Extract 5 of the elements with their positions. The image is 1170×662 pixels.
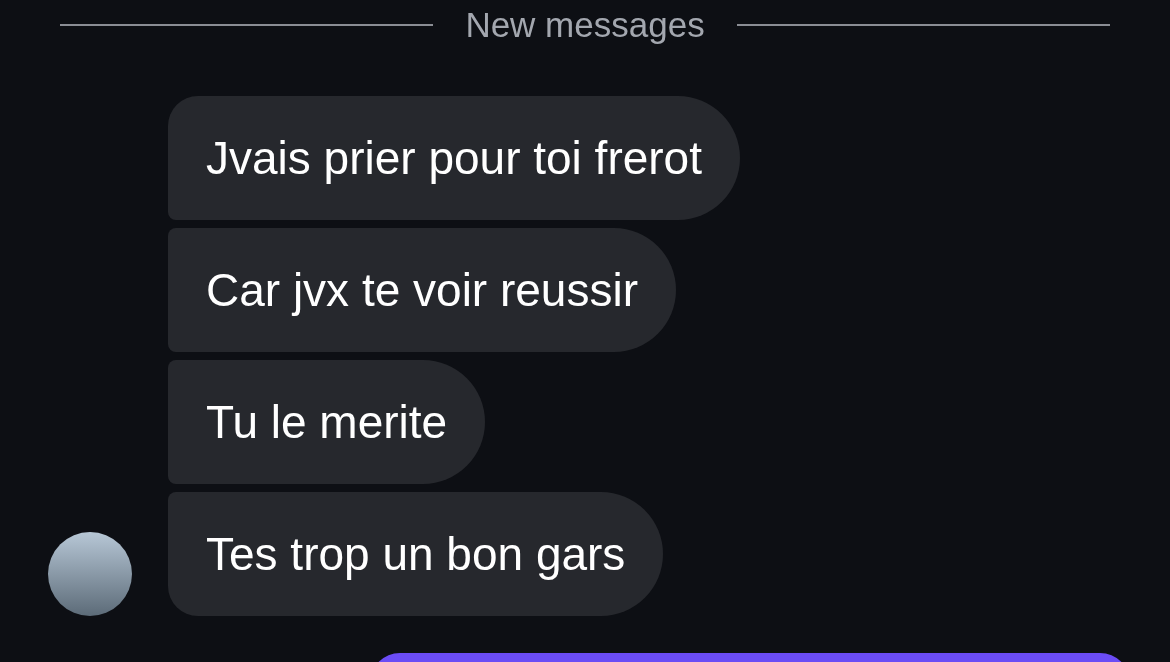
message-bubble: Jvais prier pour toi frerot bbox=[168, 96, 740, 220]
new-messages-divider-label: New messages bbox=[465, 5, 705, 45]
message-bubble: Car jvx te voir reussir bbox=[168, 228, 676, 352]
message-bubble: Tu le merite bbox=[168, 360, 486, 484]
message-bubble: Tes trop un bon gars bbox=[168, 492, 664, 616]
